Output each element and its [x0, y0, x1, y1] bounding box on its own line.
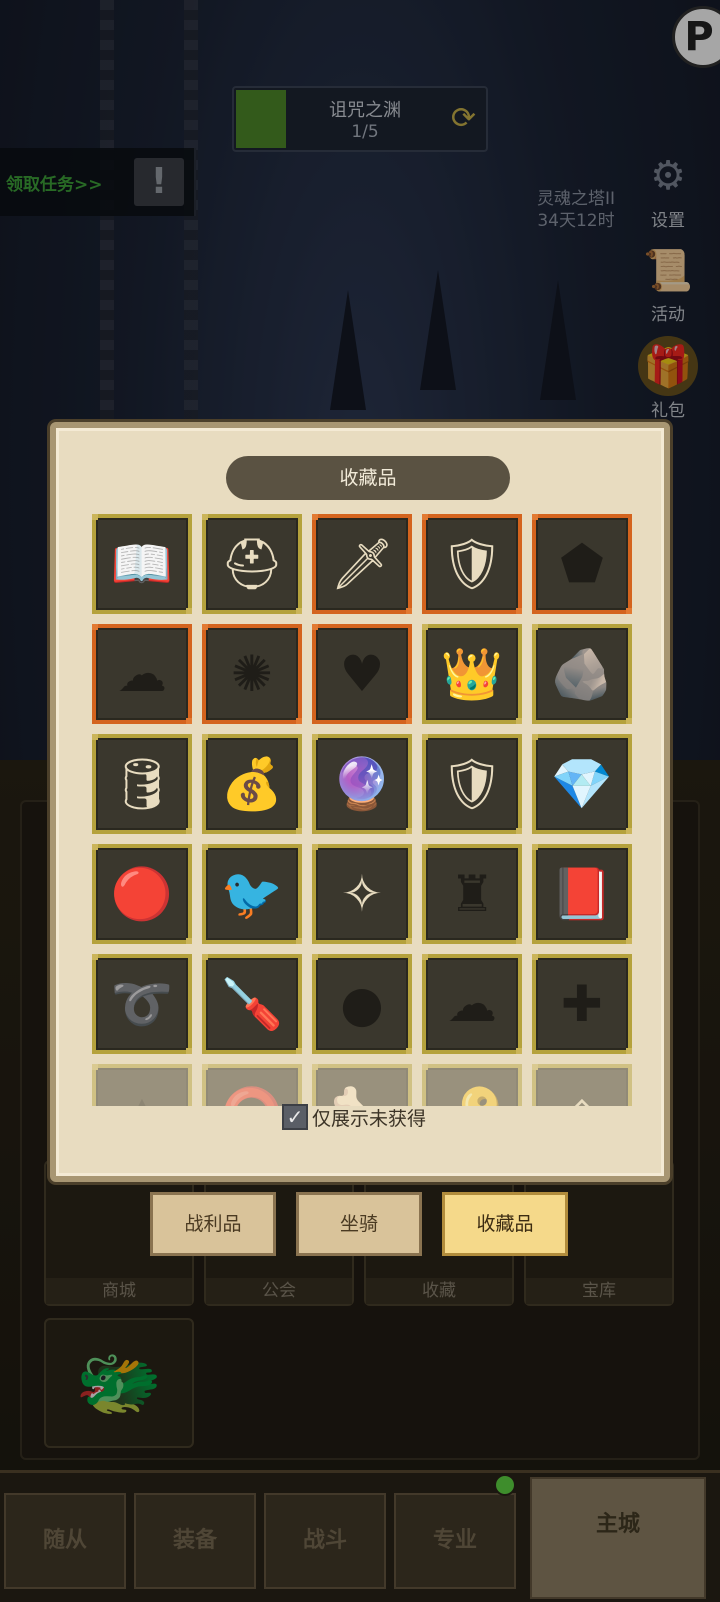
crystal-orb-icon: 🔮	[330, 755, 394, 813]
collection-slot[interactable]: 🦴	[312, 1064, 412, 1106]
nav-main-city[interactable]: 主城	[530, 1477, 706, 1599]
collection-slot[interactable]: 🪨	[532, 624, 632, 724]
tab-loot[interactable]: 战利品	[150, 1192, 276, 1256]
filter-checkbox[interactable]: ✓	[282, 1104, 308, 1130]
collection-slot[interactable]: ✧	[312, 844, 412, 944]
collection-slot[interactable]: 👑	[422, 624, 522, 724]
purple-pouch-icon: 💰	[220, 755, 284, 813]
nav-followers[interactable]: 随从	[4, 1493, 126, 1589]
notification-dot	[494, 1474, 516, 1496]
golden-book-icon: 📖	[110, 535, 174, 593]
collection-slot[interactable]: 📖	[92, 514, 192, 614]
red-gem-armor-icon: 🔴	[110, 865, 174, 923]
collection-slot[interactable]: ▲	[92, 1064, 192, 1106]
collection-slot[interactable]: 🔑	[422, 1064, 522, 1106]
locked-silhouette-icon: ▲	[123, 1089, 161, 1106]
locked-silhouette-icon: ✚	[561, 975, 603, 1033]
collection-slot[interactable]: ✺	[202, 624, 302, 724]
tab-label: 战利品	[184, 1213, 242, 1235]
locked-silhouette-icon: ●	[340, 975, 384, 1033]
collection-modal: 收藏品 📖 ⛑ 🗡 🛡 ⬟ ☁ ✺ ♥ 👑 🪨 🛢 💰 🔮 🛡 💎 🔴 🐦 ✧ ♜ 📕 ➰ 🪛 ● ☁ ✚ ▲ ⭕ 🦴 🔑 ◈ ✓ 仅展示…	[50, 422, 670, 1182]
locked-silhouette-icon: ♜	[449, 865, 495, 923]
locked-silhouette-icon: ✺	[231, 645, 273, 703]
filter-label: 仅展示未获得	[312, 1107, 427, 1130]
collection-slot[interactable]: ♜	[422, 844, 522, 944]
bottom-nav: 随从 装备 战斗 专业 主城	[0, 1470, 720, 1602]
filter-toggle[interactable]: ✓ 仅展示未获得	[282, 1102, 426, 1132]
locked-silhouette-icon: ♥	[339, 645, 385, 703]
nav-profession[interactable]: 专业	[394, 1493, 516, 1589]
collection-grid: 📖 ⛑ 🗡 🛡 ⬟ ☁ ✺ ♥ 👑 🪨 🛢 💰 🔮 🛡 💎 🔴 🐦 ✧ ♜ 📕 ➰ 🪛 ● ☁ ✚ ▲ ⭕ 🦴 🔑 ◈	[92, 514, 640, 1106]
dark-shield-icon: 🛡	[440, 755, 504, 813]
ruby-amulet-icon: ⭕	[221, 1089, 283, 1106]
collection-slot[interactable]: ✚	[532, 954, 632, 1054]
rune-tablet-icon: 🪨	[550, 645, 614, 703]
stone-rune-icon: ◈	[563, 1089, 601, 1106]
collection-scroll[interactable]: 📖 ⛑ 🗡 🛡 ⬟ ☁ ✺ ♥ 👑 🪨 🛢 💰 🔮 🛡 💎 🔴 🐦 ✧ ♜ 📕 ➰ 🪛 ● ☁ ✚ ▲ ⭕ 🦴 🔑 ◈	[92, 514, 640, 1106]
collection-slot[interactable]: 🛡	[422, 734, 522, 834]
collection-slot[interactable]: ●	[312, 954, 412, 1054]
modal-title: 收藏品	[226, 456, 510, 500]
leather-tome-icon: 📕	[550, 865, 614, 923]
ice-crystal-icon: 💎	[550, 755, 614, 813]
tab-mounts[interactable]: 坐骑	[296, 1192, 422, 1256]
golden-helmet-icon: ⛑	[220, 535, 284, 593]
collection-slot[interactable]: 💎	[532, 734, 632, 834]
tab-collectibles[interactable]: 收藏品	[442, 1192, 568, 1256]
collection-slot[interactable]: 🔮	[312, 734, 412, 834]
collection-slot[interactable]: 🪛	[202, 954, 302, 1054]
collection-slot[interactable]: ⭕	[202, 1064, 302, 1106]
golden-hook-icon: ➰	[110, 975, 174, 1033]
nav-battle[interactable]: 战斗	[264, 1493, 386, 1589]
tab-label: 坐骑	[339, 1213, 378, 1235]
collection-slot[interactable]: ♥	[312, 624, 412, 724]
collection-slot[interactable]: ☁	[422, 954, 522, 1054]
drum-barrel-icon: 🛢	[110, 755, 174, 813]
collection-slot[interactable]: ➰	[92, 954, 192, 1054]
collection-slot[interactable]: 💰	[202, 734, 302, 834]
collection-slot[interactable]: ⬟	[532, 514, 632, 614]
sword-shield-icon: 🗡	[330, 535, 394, 593]
armor-crest-icon: 🛡	[440, 535, 504, 593]
collection-slot[interactable]: 🗡	[312, 514, 412, 614]
tab-label: 收藏品	[476, 1213, 534, 1235]
collection-slot[interactable]: 📕	[532, 844, 632, 944]
collection-slot[interactable]: 🛢	[92, 734, 192, 834]
collection-slot[interactable]: 🐦	[202, 844, 302, 944]
royal-crown-icon: 👑	[440, 645, 504, 703]
collection-slot[interactable]: ⛑	[202, 514, 302, 614]
nav-equipment[interactable]: 装备	[134, 1493, 256, 1589]
wooden-bird-icon: 🐦	[220, 865, 284, 923]
collection-slot[interactable]: 🛡	[422, 514, 522, 614]
locked-silhouette-icon: ☁	[117, 645, 167, 703]
collection-slot[interactable]: ◈	[532, 1064, 632, 1106]
screwdriver-icon: 🪛	[220, 975, 284, 1033]
collection-slot[interactable]: 🔴	[92, 844, 192, 944]
locked-silhouette-icon: ☁	[447, 975, 497, 1033]
teal-emblem-icon: ✧	[341, 865, 383, 923]
golden-key-icon: 🔑	[441, 1089, 503, 1106]
locked-silhouette-icon: ⬟	[560, 535, 604, 593]
collection-slot[interactable]: ☁	[92, 624, 192, 724]
